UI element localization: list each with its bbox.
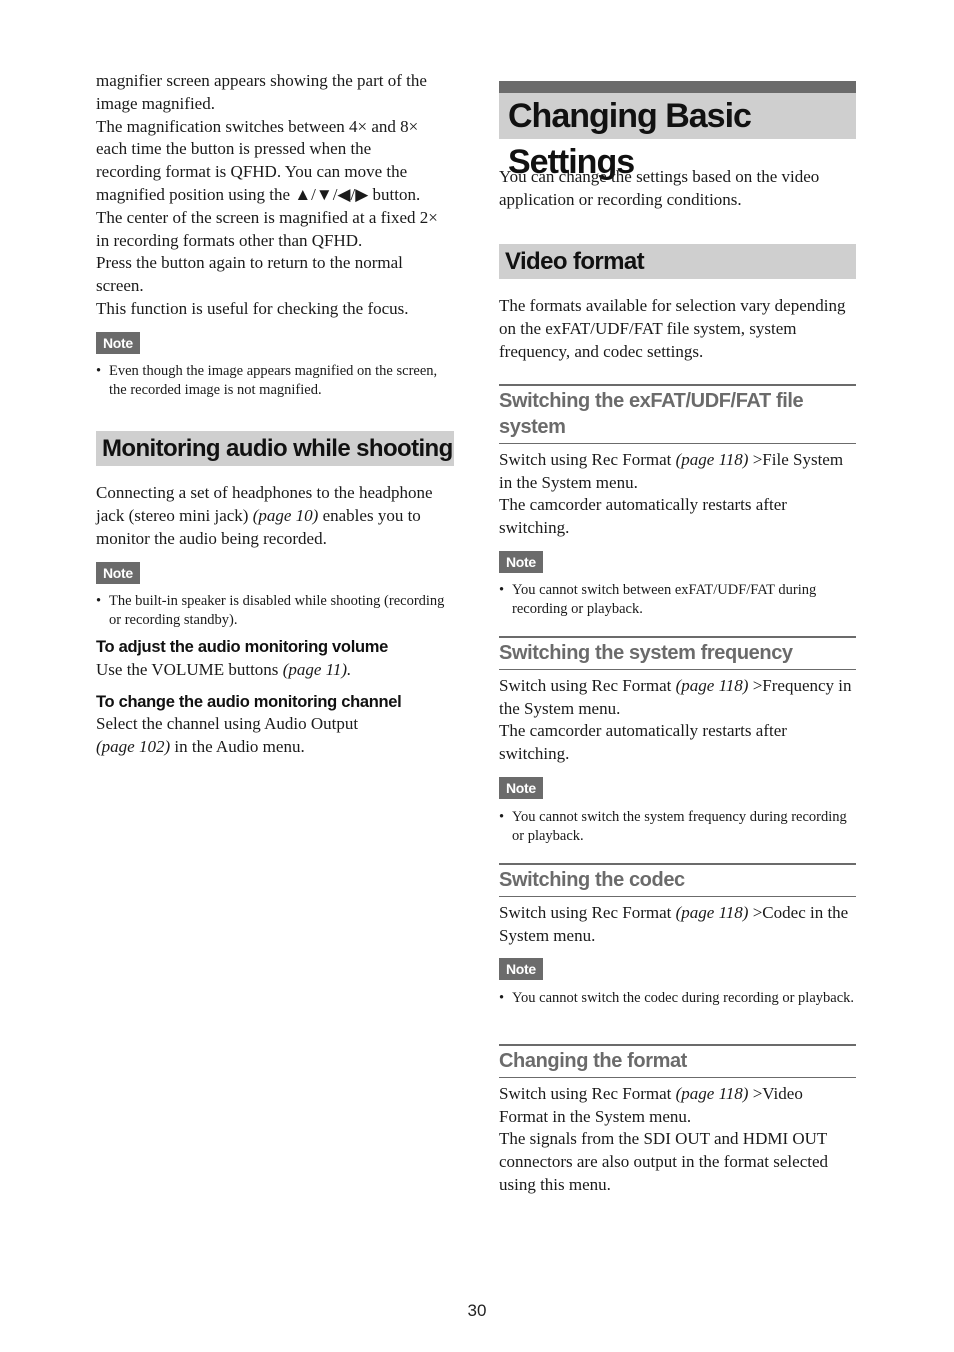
- page-ref-link[interactable]: (page 102): [96, 737, 170, 756]
- intro-line: This function is useful for checking the…: [96, 298, 409, 318]
- intro-line: in recording formats other than QFHD.: [96, 230, 363, 250]
- channel-body: Select the channel using Audio Output (p…: [96, 713, 396, 759]
- file-system-body2: The camcorder automatically restarts aft…: [499, 495, 787, 537]
- note-badge: Note: [96, 562, 140, 584]
- note-bullet: You cannot switch the codec during recor…: [499, 989, 856, 1008]
- subheading-changing-format: Changing the format: [499, 1044, 856, 1078]
- page-number: 30: [467, 1301, 487, 1320]
- page-ref-link[interactable]: (page 118): [676, 676, 749, 695]
- section-heading-monitoring-audio: Monitoring audio while shooting: [96, 431, 454, 466]
- heading-adjust-volume: To adjust the audio monitoring volume: [96, 638, 389, 656]
- note-badge: Note: [499, 777, 543, 799]
- magnifier-intro: magnifier screen appears showing the par…: [96, 70, 454, 321]
- page-ref-link[interactable]: (page 118): [676, 1084, 749, 1103]
- body-text: Use the VOLUME buttons: [96, 660, 283, 679]
- body-text: Switch using Rec Format: [499, 450, 676, 469]
- video-format-intro: The formats available for selection vary…: [499, 296, 846, 361]
- title-accent-bar: [499, 81, 856, 93]
- note-bullet: You cannot switch between exFAT/UDF/FAT …: [499, 581, 856, 619]
- intro-line: image magnified.: [96, 93, 215, 113]
- body-text: Switch using Rec Format: [499, 903, 676, 922]
- subheading-codec: Switching the codec: [499, 863, 856, 897]
- note-badge: Note: [499, 551, 543, 573]
- subheading-system-frequency: Switching the system frequency: [499, 636, 856, 670]
- heading-change-channel: To change the audio monitoring channel: [96, 693, 402, 711]
- body-text: Switch using Rec Format: [499, 1084, 676, 1103]
- intro-line: recording format is QFHD. You can move t…: [96, 162, 408, 182]
- file-system-body: Switch using Rec Format (page 118) >File…: [499, 449, 856, 495]
- codec-body: Switch using Rec Format (page 118) >Code…: [499, 902, 856, 948]
- monitoring-body: Connecting a set of headphones to the he…: [96, 482, 454, 550]
- page-ref-link[interactable]: (page 118): [676, 450, 749, 469]
- intro-line: magnified position using the ▲/▼/◀/▶ but…: [96, 184, 421, 204]
- intro-line: screen.: [96, 276, 144, 296]
- format-body2: The signals from the SDI OUT and HDMI OU…: [499, 1129, 829, 1194]
- page-ref-link[interactable]: (page 10): [253, 506, 319, 525]
- intro-line: magnifier screen appears showing the par…: [96, 71, 427, 90]
- section-heading-video-format: Video format: [499, 244, 856, 279]
- page-ref-link[interactable]: (page 11).: [283, 660, 352, 679]
- body-text: in the Audio menu.: [170, 736, 305, 756]
- frequency-body2: The camcorder automatically restarts aft…: [499, 721, 787, 763]
- note-badge: Note: [96, 332, 140, 354]
- page-title: Changing Basic Settings: [499, 93, 856, 181]
- intro-line: Press the button again to return to the …: [96, 253, 403, 273]
- intro-line: The center of the screen is magnified at…: [96, 207, 438, 227]
- note-bullet: Even though the image appears magnified …: [96, 362, 454, 400]
- page-ref-link[interactable]: (page 118): [676, 903, 749, 922]
- body-text: Select the channel using Audio Output: [96, 714, 359, 733]
- note-badge: Note: [499, 958, 543, 980]
- note-bullet: The built-in speaker is disabled while s…: [96, 592, 454, 630]
- volume-body: Use the VOLUME buttons (page 11).: [96, 659, 454, 682]
- intro-text: You can change the settings based on the…: [499, 167, 820, 209]
- intro-line: The magnification switches between 4× an…: [96, 116, 419, 136]
- format-body: Switch using Rec Format (page 118) >Vide…: [499, 1083, 856, 1129]
- intro-line: each time the button is pressed when the: [96, 139, 372, 159]
- frequency-body: Switch using Rec Format (page 118) >Freq…: [499, 675, 856, 721]
- subheading-file-system: Switching the exFAT/UDF/FAT file system: [499, 384, 856, 444]
- body-text: Switch using Rec Format: [499, 676, 676, 695]
- note-bullet: You cannot switch the system frequency d…: [499, 808, 856, 846]
